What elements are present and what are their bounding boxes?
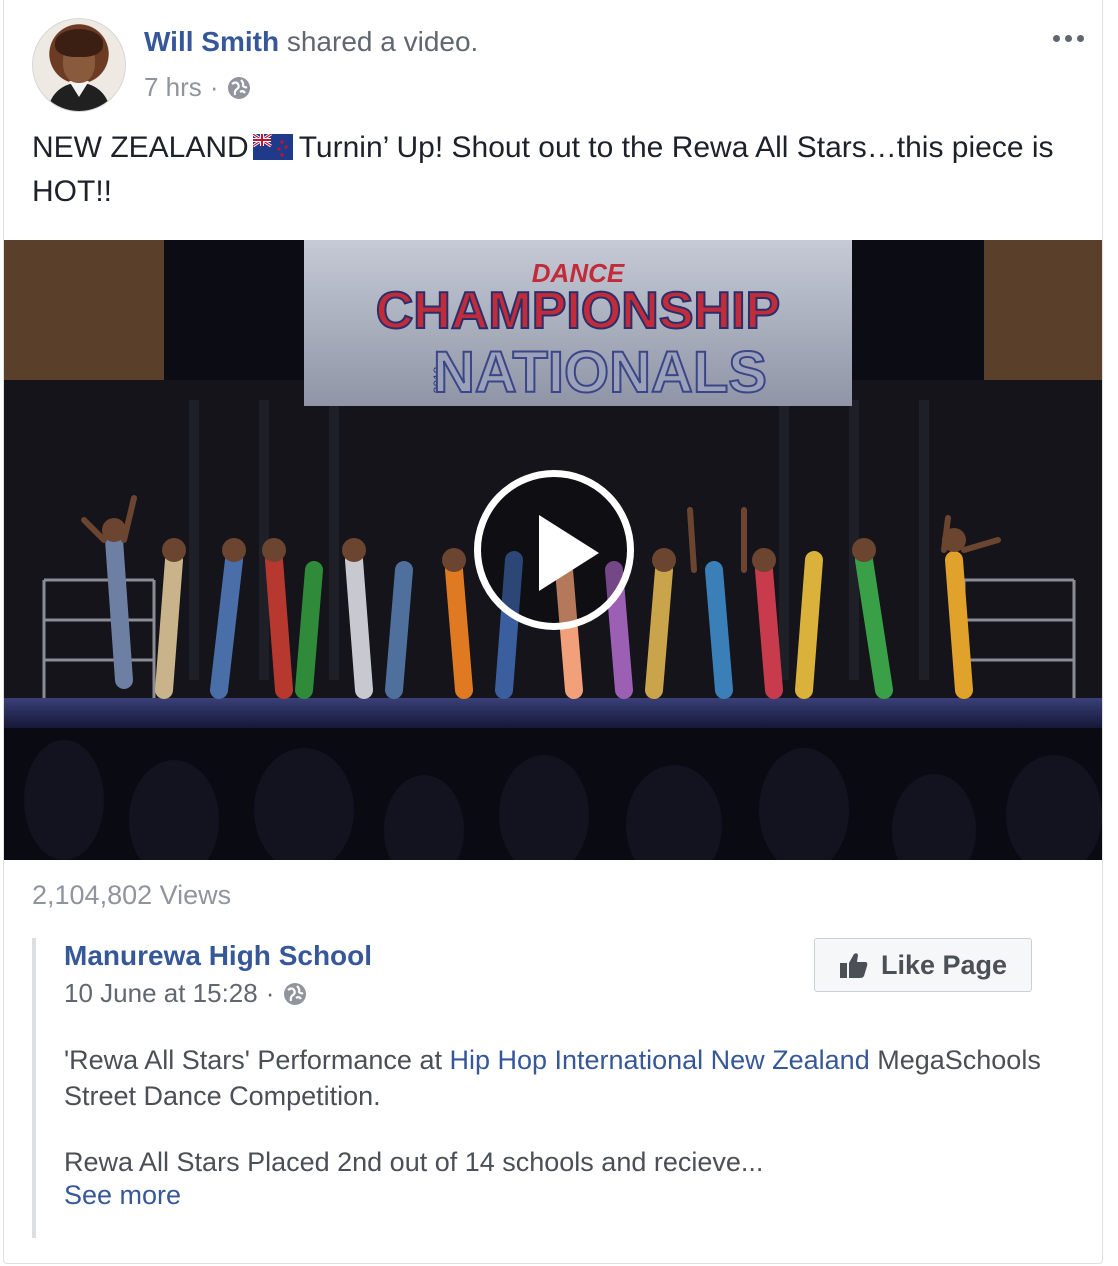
globe-icon xyxy=(228,76,251,99)
post-card: Will Smith shared a video. 7 hrs · NEW Z… xyxy=(3,0,1103,1264)
like-page-label: Like Page xyxy=(880,949,1008,980)
post-action-text: shared a video. xyxy=(286,26,479,57)
shared-post-description: 'Rewa All Stars' Performance at Hip Hop … xyxy=(64,1042,1084,1114)
more-horizontal-icon xyxy=(1052,34,1060,42)
play-icon[interactable] xyxy=(474,470,634,630)
thumbs-up-icon xyxy=(839,953,868,978)
video-view-count: 2,104,802 Views xyxy=(32,880,232,910)
shared-page-name-link[interactable]: Manurewa High School xyxy=(64,940,372,972)
post-header: Will Smith shared a video. xyxy=(144,26,478,58)
globe-icon xyxy=(284,982,307,1005)
post-caption: NEW ZEALAND Turnin’ Up! Shout out to the… xyxy=(32,126,1072,214)
desc-prefix: 'Rewa All Stars' Performance at xyxy=(64,1045,450,1075)
author-name-link[interactable]: Will Smith xyxy=(144,26,279,57)
banner-nationals-text: NATIONALS xyxy=(433,340,767,405)
banner-championship-text: CHAMPIONSHIP xyxy=(376,282,780,340)
shared-post-meta: 10 June at 15:28 · xyxy=(64,978,308,1009)
author-avatar[interactable] xyxy=(32,18,126,112)
more-options-button[interactable] xyxy=(1046,24,1090,52)
caption-text-start: NEW ZEALAND xyxy=(32,131,249,164)
meta-separator: · xyxy=(209,72,219,102)
see-more-link[interactable]: See more xyxy=(64,1180,181,1211)
like-page-button[interactable]: Like Page xyxy=(814,938,1032,992)
new-zealand-flag-icon xyxy=(252,134,293,160)
post-timestamp[interactable]: 7 hrs xyxy=(144,72,202,103)
post-meta: 7 hrs · xyxy=(144,72,252,103)
meta-separator: · xyxy=(265,978,275,1008)
hip-hop-international-link[interactable]: Hip Hop International New Zealand xyxy=(449,1045,869,1075)
shared-post-date[interactable]: 10 June at 15:28 xyxy=(64,978,258,1009)
video-player[interactable]: DANCE CHAMPIONSHIP 2018 NATIONALS xyxy=(4,240,1102,860)
shared-post-attachment: Manurewa High School 10 June at 15:28 · … xyxy=(32,938,1086,1238)
shared-post-description-2: Rewa All Stars Placed 2nd out of 14 scho… xyxy=(64,1147,764,1177)
